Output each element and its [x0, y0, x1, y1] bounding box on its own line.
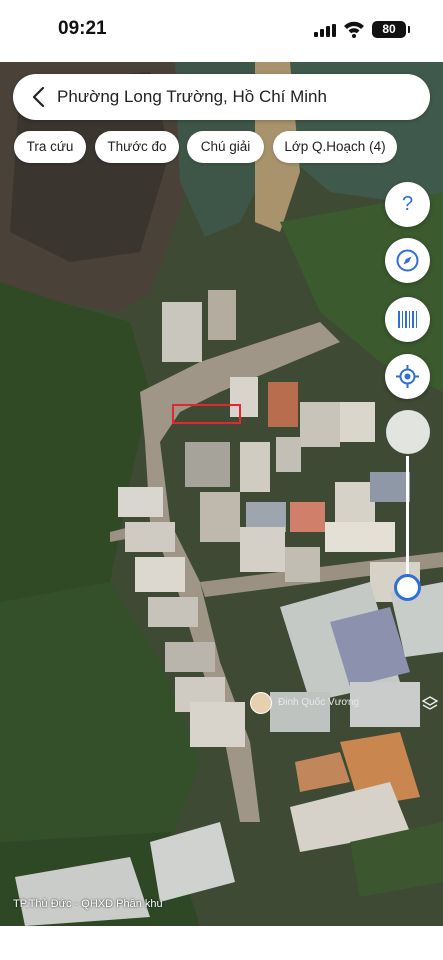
wifi-icon: [344, 21, 364, 38]
locate-button[interactable]: [385, 354, 430, 399]
chip-lop-quy-hoach[interactable]: Lớp Q.Hoạch (4): [273, 131, 397, 163]
chip-thuoc-do[interactable]: Thước đo: [95, 131, 179, 163]
chip-chu-giai[interactable]: Chú giải: [187, 131, 264, 163]
barcode-button[interactable]: [385, 297, 430, 342]
map-source-label: TP.Thủ Đức - QHXD Phân khu: [13, 898, 163, 910]
help-button[interactable]: ?: [385, 182, 430, 227]
map-imagery: [0, 62, 443, 926]
chip-tra-cuu[interactable]: Tra cứu: [14, 131, 86, 163]
chevron-left-icon[interactable]: [31, 86, 47, 108]
barcode-icon: [398, 311, 417, 328]
status-bar: 09:21 80: [0, 0, 443, 62]
opacity-slider-track[interactable]: [406, 456, 409, 588]
opacity-slider-thumb[interactable]: [394, 574, 421, 601]
satellite-map[interactable]: [0, 62, 443, 926]
search-bar[interactable]: Phường Long Trường, Hồ Chí Minh: [13, 74, 430, 120]
status-time: 09:21: [58, 18, 107, 39]
layers-icon[interactable]: [421, 695, 439, 713]
signal-icon: [314, 24, 336, 37]
opacity-toggle[interactable]: [386, 410, 430, 454]
compass-icon: [396, 249, 419, 272]
bottom-safe-area: [0, 926, 443, 960]
user-name: Đinh Quốc Vương: [278, 697, 360, 708]
help-icon: ?: [401, 193, 414, 215]
avatar: [250, 692, 272, 714]
selected-parcel-marker[interactable]: [172, 404, 241, 424]
battery-icon: 80: [372, 21, 410, 38]
location-title[interactable]: Phường Long Trường, Hồ Chí Minh: [57, 87, 327, 107]
locate-icon: [396, 365, 419, 388]
compass-button[interactable]: [385, 238, 430, 283]
